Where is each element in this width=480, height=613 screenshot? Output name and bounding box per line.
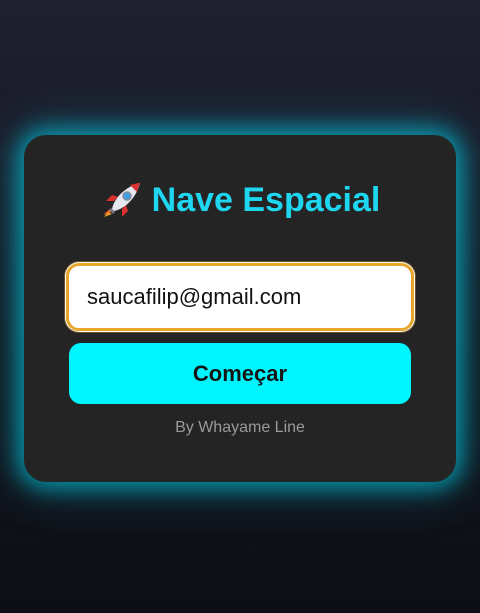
app-title-text: Nave Espacial (151, 181, 381, 219)
rocket-icon (102, 183, 140, 217)
login-card: Nave Espacial Começar By Whayame Line (24, 135, 456, 482)
email-field[interactable] (69, 266, 411, 328)
email-field-wrapper (66, 263, 414, 331)
page-title: Nave Espacial (24, 179, 456, 220)
credit-text: By Whayame Line (175, 419, 305, 436)
start-button[interactable]: Começar (69, 343, 411, 404)
